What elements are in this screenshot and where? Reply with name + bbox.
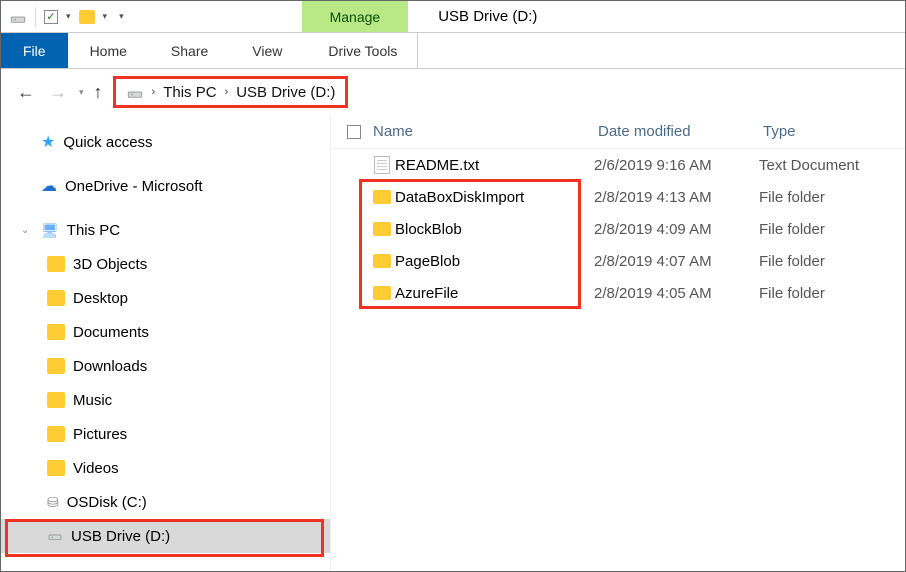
file-row[interactable]: README.txt 2/6/2019 9:16 AM Text Documen… <box>331 149 905 181</box>
nav-toolbar: ← → ▾ ↑ › This PC › USB Drive (D:) <box>1 69 905 115</box>
qat-newfolder-button[interactable] <box>79 10 95 24</box>
nav-videos[interactable]: Videos <box>1 451 330 485</box>
disk-icon: ⛁ <box>47 494 59 511</box>
file-date: 2/6/2019 9:16 AM <box>594 157 759 174</box>
tab-home[interactable]: Home <box>68 33 149 68</box>
nav-label: Desktop <box>73 290 128 307</box>
nav-desktop[interactable]: Desktop <box>1 281 330 315</box>
qat-properties-button[interactable]: ✓ <box>44 10 58 24</box>
nav-downloads[interactable]: Downloads <box>1 349 330 383</box>
tab-file[interactable]: File <box>1 33 68 68</box>
column-headers: Name Date modified Type ⌄ <box>331 115 905 149</box>
folder-icon <box>47 290 65 306</box>
tab-drive-tools[interactable]: Drive Tools <box>308 33 418 68</box>
drive-icon <box>9 8 27 26</box>
tab-view[interactable]: View <box>230 33 304 68</box>
chevron-right-icon: › <box>152 86 156 98</box>
nav-documents[interactable]: Documents <box>1 315 330 349</box>
cloud-icon: ☁ <box>41 176 57 196</box>
breadcrumb[interactable]: › This PC › USB Drive (D:) <box>113 76 349 108</box>
column-type[interactable]: Type <box>763 123 905 140</box>
file-list: Name Date modified Type ⌄ README.txt 2/6… <box>331 115 905 571</box>
contextual-tab-label: Manage <box>302 1 409 32</box>
file-type: File folder <box>759 253 905 270</box>
forward-button[interactable]: → <box>47 82 69 103</box>
file-name: README.txt <box>395 157 594 174</box>
ribbon-tabs: File Home Share View Drive Tools <box>1 33 905 69</box>
title-bar: ✓ ▾ ▾ ▾ Manage USB Drive (D:) <box>1 1 905 33</box>
monitor-icon: 🖥 <box>41 222 59 239</box>
file-name: AzureFile <box>395 285 594 302</box>
qat-customize-button[interactable]: ▾ <box>119 11 124 22</box>
nav-music[interactable]: Music <box>1 383 330 417</box>
up-button[interactable]: ↑ <box>94 82 103 103</box>
back-button[interactable]: ← <box>15 82 37 103</box>
nav-label: This PC <box>67 222 120 239</box>
folder-icon <box>373 190 391 204</box>
file-type: Text Document <box>759 157 905 174</box>
separator <box>35 7 36 27</box>
nav-label: Quick access <box>63 134 152 151</box>
file-date: 2/8/2019 4:13 AM <box>594 189 759 206</box>
nav-label: Pictures <box>73 426 127 443</box>
nav-osdisk[interactable]: ⛁ OSDisk (C:) <box>1 485 330 519</box>
chevron-down-icon[interactable]: ▾ <box>66 11 71 22</box>
star-icon: ★ <box>41 132 55 152</box>
nav-pictures[interactable]: Pictures <box>1 417 330 451</box>
nav-onedrive[interactable]: ☁ OneDrive - Microsoft <box>1 169 330 203</box>
breadcrumb-item-thispc[interactable]: This PC <box>163 84 216 101</box>
file-date: 2/8/2019 4:07 AM <box>594 253 759 270</box>
file-row[interactable]: BlockBlob 2/8/2019 4:09 AM File folder <box>331 213 905 245</box>
navigation-pane: ★ Quick access ☁ OneDrive - Microsoft ⌄ … <box>1 115 331 571</box>
file-name: PageBlob <box>395 253 594 270</box>
tab-share[interactable]: Share <box>149 33 230 68</box>
folder-icon <box>373 222 391 236</box>
folder-icon <box>47 256 65 272</box>
nav-this-pc[interactable]: ⌄ 🖥 This PC <box>1 213 330 247</box>
file-row[interactable]: DataBoxDiskImport 2/8/2019 4:13 AM File … <box>331 181 905 213</box>
file-name: DataBoxDiskImport <box>395 189 594 206</box>
quick-access-toolbar: ✓ ▾ ▾ ▾ <box>1 1 132 32</box>
column-date[interactable]: Date modified <box>598 123 763 140</box>
chevron-right-icon: › <box>225 86 229 98</box>
breadcrumb-item-drive[interactable]: USB Drive (D:) <box>236 84 335 101</box>
nav-label: Music <box>73 392 112 409</box>
file-name: BlockBlob <box>395 221 594 238</box>
nav-label: 3D Objects <box>73 256 147 273</box>
nav-label: Downloads <box>73 358 147 375</box>
nav-label: Videos <box>73 460 119 477</box>
folder-icon <box>373 286 391 300</box>
column-name[interactable]: Name <box>373 123 598 140</box>
folder-icon <box>47 392 65 408</box>
folder-icon <box>47 358 65 374</box>
file-date: 2/8/2019 4:09 AM <box>594 221 759 238</box>
nav-3d-objects[interactable]: 3D Objects <box>1 247 330 281</box>
window-title: USB Drive (D:) <box>438 8 537 25</box>
drive-icon <box>126 83 144 101</box>
file-type: File folder <box>759 221 905 238</box>
nav-label: Documents <box>73 324 149 341</box>
file-row[interactable]: PageBlob 2/8/2019 4:07 AM File folder <box>331 245 905 277</box>
folder-icon <box>47 324 65 340</box>
file-type: File folder <box>759 189 905 206</box>
file-type: File folder <box>759 285 905 302</box>
nav-label: OneDrive - Microsoft <box>65 178 203 195</box>
nav-label: OSDisk (C:) <box>67 494 147 511</box>
file-date: 2/8/2019 4:05 AM <box>594 285 759 302</box>
folder-icon <box>373 254 391 268</box>
select-all-checkbox[interactable] <box>347 125 361 139</box>
history-dropdown[interactable]: ▾ <box>79 87 84 98</box>
folder-icon <box>47 460 65 476</box>
chevron-down-icon[interactable]: ▾ <box>103 11 108 22</box>
nav-label: USB Drive (D:) <box>71 528 170 545</box>
chevron-down-icon[interactable]: ⌄ <box>21 225 33 236</box>
nav-usb-drive[interactable]: USB Drive (D:) <box>1 519 330 553</box>
file-row[interactable]: AzureFile 2/8/2019 4:05 AM File folder <box>331 277 905 309</box>
nav-quick-access[interactable]: ★ Quick access <box>1 125 330 159</box>
drive-icon <box>47 527 63 546</box>
folder-icon <box>47 426 65 442</box>
text-file-icon <box>374 156 390 174</box>
